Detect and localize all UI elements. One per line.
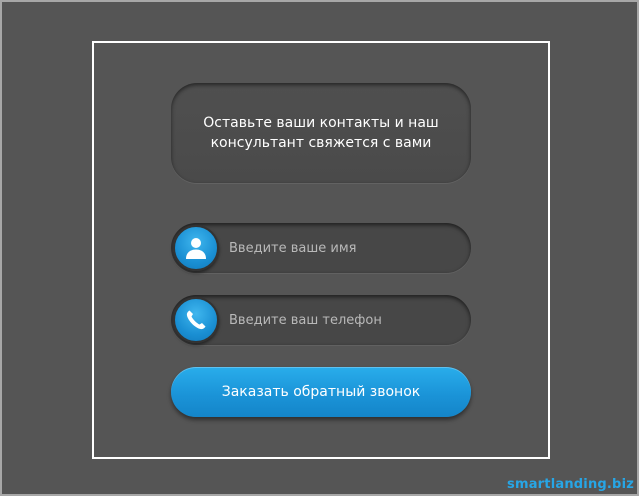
callback-button[interactable]: Заказать обратный звонок <box>171 367 471 417</box>
user-icon-graphic <box>186 238 206 259</box>
phone-icon-graphic <box>186 310 206 330</box>
phone-icon <box>173 297 219 343</box>
user-icon <box>173 225 219 271</box>
watermark: smartlanding.biz <box>507 477 634 492</box>
message-panel: Оставьте ваши контакты и наш консультант… <box>171 83 471 183</box>
name-field[interactable] <box>171 223 471 273</box>
message-text: Оставьте ваши контакты и наш консультант… <box>203 115 439 151</box>
name-input[interactable] <box>229 223 454 273</box>
phone-input[interactable] <box>229 295 454 345</box>
phone-field[interactable] <box>171 295 471 345</box>
page-background: Оставьте ваши контакты и наш консультант… <box>0 0 639 496</box>
